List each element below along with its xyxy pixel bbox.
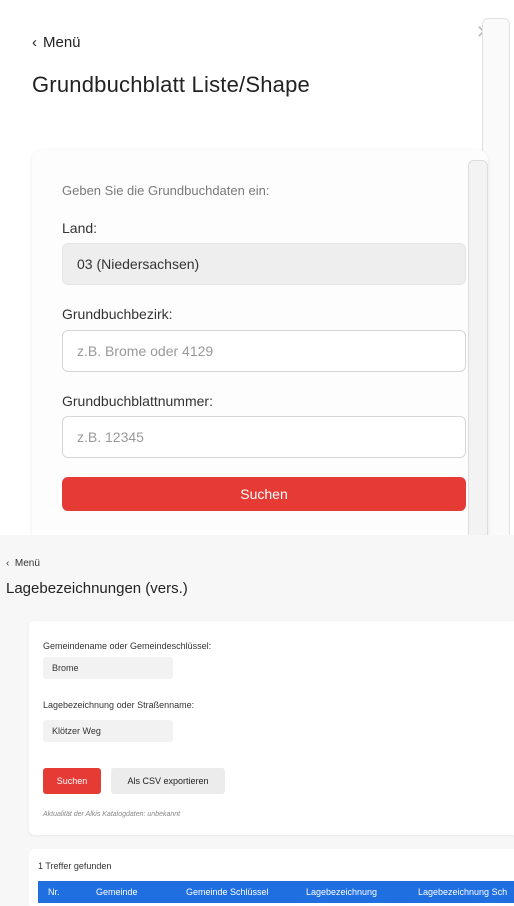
column-header-lagebezeichnung[interactable]: Lagebezeichnung	[306, 881, 377, 903]
lage-input[interactable]: Klötzer Weg	[43, 720, 173, 742]
land-field: 03 (Niedersachsen)	[62, 243, 466, 285]
page-title: Grundbuchblatt Liste/Shape	[32, 72, 310, 97]
column-header-lagebezeichnung-schluessel[interactable]: Lagebezeichnung Sch	[418, 881, 507, 903]
page-title: Lagebezeichnungen (vers.)	[6, 580, 188, 597]
chevron-left-icon: ‹	[32, 34, 37, 51]
back-menu-label: Menü	[14, 558, 40, 569]
blatt-input[interactable]: z.B. 12345	[62, 416, 466, 458]
catalog-note: Aktualität der Alkis Katalogdaten: unbek…	[43, 811, 181, 818]
column-header-gemeinde-schluessel[interactable]: Gemeinde Schlüssel	[186, 881, 269, 903]
search-button[interactable]: Suchen	[43, 768, 101, 794]
back-menu-link[interactable]: ‹ Menü	[6, 558, 40, 569]
back-menu-label: Menü	[43, 34, 81, 51]
search-button[interactable]: Suchen	[62, 477, 466, 511]
land-label: Land:	[62, 220, 98, 236]
bezirk-input[interactable]: z.B. Brome oder 4129	[62, 330, 466, 372]
blatt-label: Grundbuchblattnummer:	[62, 393, 213, 409]
bezirk-label: Grundbuchbezirk:	[62, 306, 173, 322]
csv-export-button[interactable]: Als CSV exportieren	[111, 768, 225, 794]
gemeinde-input[interactable]: Brome	[43, 657, 173, 679]
column-header-nr[interactable]: Nr.	[48, 881, 60, 903]
grundbuch-panel: ‹Menü Grundbuchblatt Liste/Shape ✕ Geben…	[0, 0, 514, 535]
chevron-left-icon: ‹	[6, 558, 15, 569]
form-intro: Geben Sie die Grundbuchdaten ein:	[62, 183, 270, 198]
results-table-header: Nr. Gemeinde Gemeinde Schlüssel Lagebeze…	[38, 881, 514, 903]
form-scrollbar[interactable]	[468, 160, 488, 535]
lagebezeichnungen-panel: ‹ Menü Lagebezeichnungen (vers.) Gemeind…	[0, 538, 514, 906]
result-count: 1 Treffer gefunden	[38, 861, 112, 871]
back-menu-link[interactable]: ‹ Menü	[32, 34, 81, 51]
lage-label: Lagebezeichnung oder Straßenname:	[43, 700, 195, 710]
gemeinde-label: Gemeindename oder Gemeindeschlüssel:	[43, 641, 212, 651]
column-header-gemeinde[interactable]: Gemeinde	[96, 881, 138, 903]
